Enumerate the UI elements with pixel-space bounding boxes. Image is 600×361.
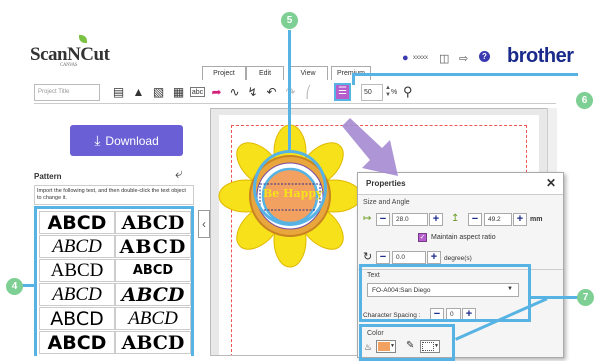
callout-badge-5: 5 [281,12,298,29]
angle-unit: degree(s) [444,255,472,262]
callout-line-6b [352,73,355,85]
pattern-item[interactable]: ABCD [115,235,191,258]
highlight-frame-sticker [253,150,327,226]
pattern-item[interactable]: ABCD [115,259,191,282]
maintain-aspect-checkbox[interactable]: ✓ [418,233,427,242]
back-icon[interactable]: ⤶ [175,165,183,182]
size-angle-label: Size and Angle [363,199,410,206]
rotate-icon: ↻ [363,251,373,263]
height-decrease-button[interactable]: − [468,213,482,226]
new-project-icon[interactable]: ▤ [111,84,126,100]
user-icon[interactable]: ● [402,52,409,64]
width-decrease-button[interactable]: − [376,213,390,226]
select-arrow-icon[interactable]: ➦ [209,84,224,100]
zoom-search-icon[interactable]: ⚲ [403,84,413,100]
draw-icon[interactable]: ∿ [227,84,242,100]
callout-line-6 [352,73,578,76]
angle-decrease-button[interactable]: − [376,251,390,264]
pattern-item[interactable]: ABCD [39,259,115,282]
pattern-item[interactable]: ABCD [115,331,191,354]
download-button[interactable]: ⤓ Download [70,125,183,156]
height-input[interactable]: 49.2 [484,213,512,226]
user-name[interactable]: xxxxx [413,55,428,61]
pattern-item[interactable]: ABCD [39,307,115,330]
zoom-input[interactable]: 50 [361,84,383,101]
logo-leaf-icon [79,35,87,43]
tab-edit[interactable]: Edit [246,66,284,80]
height-icon: ↥ [451,213,460,224]
pattern-item[interactable]: ABCD [39,331,115,354]
highlight-frame-color [359,324,455,361]
image-icon[interactable]: ▦ [171,84,186,100]
undo-icon[interactable]: ↶ [264,84,279,100]
arrow-pointer-icon [342,118,398,176]
download-icon: ⤓ [94,132,101,148]
callout-badge-7: 7 [577,289,594,306]
pattern-item[interactable]: ABCD [115,211,191,234]
callout-line-7 [531,296,579,299]
pattern-grid: ABCD ABCD ABCD ABCD ABCD ABCD ABCD ABCD … [34,206,194,356]
project-title-input[interactable]: Project Title [34,84,100,101]
pattern-item[interactable]: ABCD [39,283,115,306]
pattern-title: Pattern [34,172,62,181]
maintain-aspect-label: Maintain aspect ratio [431,234,496,241]
pattern-item[interactable]: ABCD [39,211,115,234]
cart-icon[interactable]: ◫ [439,52,449,65]
text-tool-icon[interactable]: abc [190,87,205,97]
delete-icon[interactable]: ⎛ [301,84,316,100]
help-icon[interactable]: ? [479,51,490,62]
brand-logo: brother [507,45,574,67]
width-increase-button[interactable]: + [429,213,443,226]
size-unit: mm [530,216,543,223]
highlight-frame-text [359,264,531,322]
import-icon[interactable]: ▲ [131,84,146,100]
pattern-item[interactable]: ABCD [39,235,115,258]
tab-project[interactable]: Project [202,66,246,80]
callout-line-4 [22,284,37,287]
callout-line-5 [288,30,291,150]
pattern-item[interactable]: ABCD [115,307,191,330]
width-input[interactable]: 28.0 [392,213,428,226]
app-logo: ScanNCut CANVAS [30,44,110,68]
height-increase-button[interactable]: + [513,213,527,226]
zoom-unit: % [391,89,398,96]
angle-input[interactable]: 0.0 [392,251,426,264]
collapse-panel-button[interactable]: ‹ [198,210,210,238]
angle-increase-button[interactable]: + [427,251,441,264]
download-label: Download [105,133,159,148]
mat-icon[interactable]: ▧ [151,84,166,100]
pattern-description: Import the following text, and then doub… [34,185,194,205]
properties-button[interactable]: ☰ [334,83,351,101]
tab-view[interactable]: View [288,66,328,80]
logout-icon[interactable]: ⇨ [459,52,468,65]
width-icon: ↦ [363,213,372,224]
callout-badge-4: 4 [6,278,23,295]
node-edit-icon[interactable]: ↯ [245,84,260,100]
pattern-item[interactable]: ABCD [115,283,191,306]
close-icon[interactable]: ✕ [546,176,556,190]
callout-badge-6: 6 [576,92,593,109]
